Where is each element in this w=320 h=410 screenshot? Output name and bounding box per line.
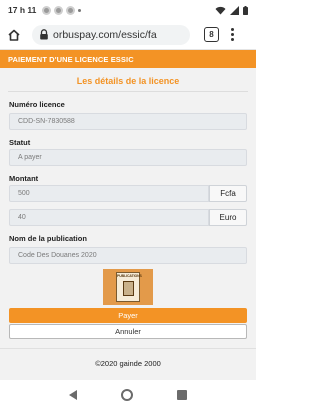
home-nav-icon[interactable] [121,389,133,401]
lock-icon [40,29,48,40]
divider [8,91,248,92]
address-bar[interactable]: orbuspay.com/essic/fa [32,24,190,45]
page-header: PAIEMENT D'UNE LICENCE ESSIC [0,50,256,68]
notification-icon [54,5,64,15]
amount-fcfa-field[interactable]: 500 [9,185,209,202]
publication-name-label: Nom de la publication [9,234,87,243]
notification-icon [66,5,76,15]
wifi-icon [215,6,226,14]
more-notifications-icon [78,8,82,12]
amount-label: Montant [9,174,39,183]
overflow-menu-icon[interactable] [229,27,235,43]
status-bar: 17 h 11 [0,0,256,20]
status-label: Statut [9,138,31,147]
book-emblem [123,281,134,296]
browser-toolbar: orbuspay.com/essic/fa 8 [0,20,256,50]
signal-icon [230,5,239,15]
publication-cover-image: PUBLICATIONS [103,269,153,305]
payment-page: PAIEMENT D'UNE LICENCE ESSIC Les détails… [0,50,256,380]
book-cover: PUBLICATIONS [116,272,142,302]
battery-icon [243,5,248,15]
url-text: orbuspay.com/essic/fa [53,28,157,41]
currency-euro-addon: Euro [209,209,247,226]
home-icon[interactable] [6,27,22,43]
cancel-button[interactable]: Annuler [9,324,247,339]
system-icons [215,5,248,15]
license-number-label: Numéro licence [9,100,65,109]
recent-apps-icon[interactable] [177,390,187,400]
notification-icons [42,5,82,15]
notification-icon [42,5,52,15]
book-cover-text: PUBLICATIONS [117,274,142,278]
license-number-field[interactable]: CDD-SN-7830588 [9,113,247,130]
section-title: Les détails de la licence [76,76,180,86]
amount-euro-field[interactable]: 40 [9,209,209,226]
status-time: 17 h 11 [8,5,37,15]
footer-divider [0,348,256,349]
status-field[interactable]: A payer [9,149,247,166]
currency-fcfa-addon: Fcfa [209,185,247,202]
tab-switcher-button[interactable]: 8 [204,27,219,42]
back-icon[interactable] [69,390,77,400]
pay-button[interactable]: Payer [9,308,247,323]
publication-name-field[interactable]: Code Des Douanes 2020 [9,247,247,264]
navigation-bar [0,380,256,410]
footer-copyright: ©2020 gainde 2000 [95,359,161,368]
